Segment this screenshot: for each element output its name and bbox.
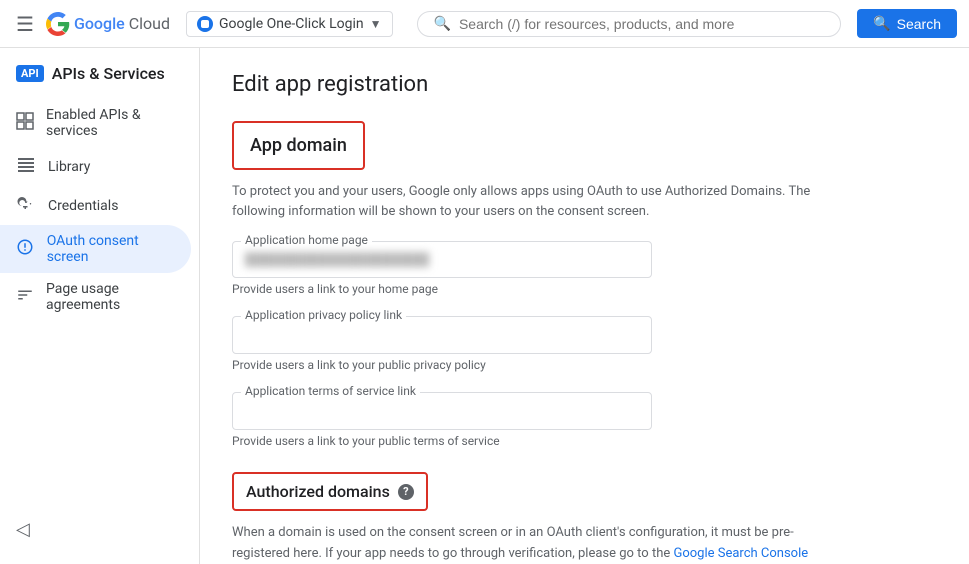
sidebar-item-oauth[interactable]: OAuth consent screen <box>0 225 191 273</box>
sidebar: API APIs & Services Enabled APIs & servi… <box>0 48 200 564</box>
app-domain-section: App domain To protect you and your users… <box>232 121 937 448</box>
menu-icon[interactable]: ☰ <box>12 8 38 40</box>
sidebar-item-credentials[interactable]: Credentials <box>0 186 191 225</box>
terms-service-label: Application terms of service link <box>241 384 420 398</box>
sidebar-item-page-usage[interactable]: Page usage agreements <box>0 273 191 321</box>
top-header: ☰ Google Cloud Google One-Click Login ▼ … <box>0 0 969 48</box>
sidebar-header: API APIs & Services <box>0 56 199 99</box>
home-page-field-wrapper: Application home page <box>232 241 652 278</box>
home-page-hint: Provide users a link to your home page <box>232 282 652 296</box>
sidebar-item-label: Page usage agreements <box>46 281 175 313</box>
app-domain-title-box: App domain <box>232 121 365 170</box>
logo-text: Google Cloud <box>74 14 170 33</box>
privacy-policy-field-group: Application privacy policy link Provide … <box>232 316 652 372</box>
oauth-icon <box>16 238 35 261</box>
collapse-icon: ◁ <box>16 519 30 540</box>
google-search-console-link[interactable]: Google Search Console <box>673 546 808 561</box>
library-icon <box>16 155 36 178</box>
sidebar-item-enabled[interactable]: Enabled APIs & services <box>0 99 191 147</box>
auth-domains-title: Authorized domains <box>246 482 390 501</box>
app-domain-desc: To protect you and your users, Google on… <box>232 182 832 221</box>
project-name: Google One-Click Login <box>219 16 364 32</box>
sidebar-item-label: Credentials <box>48 198 118 214</box>
search-icon: 🔍 <box>434 16 451 32</box>
main-content: Edit app registration App domain To prot… <box>200 48 969 564</box>
sidebar-item-library[interactable]: Library <box>0 147 191 186</box>
sidebar-title: APIs & Services <box>52 64 165 83</box>
auth-domains-title-box: Authorized domains ? <box>232 472 428 511</box>
search-button-icon: 🔍 <box>873 15 890 32</box>
google-logo-svg <box>46 12 70 36</box>
app-layout: API APIs & Services Enabled APIs & servi… <box>0 48 969 564</box>
project-selector[interactable]: Google One-Click Login ▼ <box>186 11 393 37</box>
grid-icon <box>16 112 34 135</box>
sidebar-item-label: OAuth consent screen <box>47 233 175 265</box>
privacy-policy-label: Application privacy policy link <box>241 308 406 322</box>
terms-service-hint: Provide users a link to your public term… <box>232 434 652 448</box>
project-icon <box>197 16 213 32</box>
home-page-input[interactable] <box>245 250 639 269</box>
page-title: Edit app registration <box>232 72 937 97</box>
help-icon[interactable]: ? <box>398 484 414 500</box>
search-bar: 🔍 <box>417 11 842 37</box>
search-input[interactable] <box>459 16 824 32</box>
api-badge: API <box>16 65 44 82</box>
authorized-domains-section: Authorized domains ? When a domain is us… <box>232 472 937 564</box>
sidebar-item-label: Library <box>48 159 90 175</box>
privacy-policy-hint: Provide users a link to your public priv… <box>232 358 652 372</box>
dropdown-arrow-icon: ▼ <box>370 17 382 31</box>
app-domain-title: App domain <box>250 135 347 156</box>
search-button[interactable]: 🔍 Search <box>857 9 957 38</box>
page-icon <box>16 286 34 309</box>
google-cloud-logo: Google Cloud <box>46 12 170 36</box>
home-page-label: Application home page <box>241 233 372 247</box>
privacy-policy-field-wrapper: Application privacy policy link <box>232 316 652 354</box>
terms-service-field-group: Application terms of service link Provid… <box>232 392 652 448</box>
terms-service-input[interactable] <box>245 401 639 421</box>
privacy-policy-input[interactable] <box>245 325 639 345</box>
auth-domains-desc: When a domain is used on the consent scr… <box>232 523 812 564</box>
key-icon <box>16 194 36 217</box>
sidebar-collapse[interactable]: ◁ <box>0 511 46 548</box>
sidebar-item-label: Enabled APIs & services <box>46 107 175 139</box>
terms-service-field-wrapper: Application terms of service link <box>232 392 652 430</box>
home-page-field-group: Application home page Provide users a li… <box>232 241 652 296</box>
